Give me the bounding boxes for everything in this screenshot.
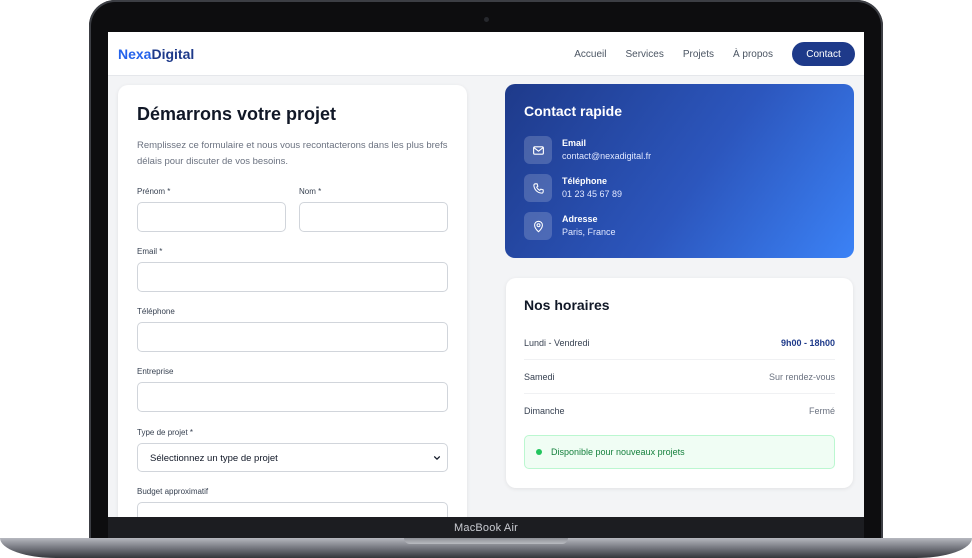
hours-time: 9h00 - 18h00 <box>780 337 835 348</box>
contact-address-value: Paris, France <box>562 227 616 237</box>
laptop-notch <box>404 538 568 544</box>
type-projet-select[interactable]: Sélectionnez un type de projet <box>137 443 448 472</box>
nom-label: Nom * <box>299 187 322 196</box>
entreprise-label: Entreprise <box>137 367 174 376</box>
hours-row: Dimanche Fermé <box>524 394 835 428</box>
contact-button[interactable]: Contact <box>792 42 855 66</box>
browser-screen: NexaDigital Accueil Services Projets À p… <box>108 32 864 517</box>
type-projet-label: Type de projet * <box>137 428 194 437</box>
email-label: Email * <box>137 247 163 256</box>
hours-day: Dimanche <box>524 406 565 416</box>
type-projet-selected-value: Sélectionnez un type de projet <box>150 453 278 464</box>
project-form-card: Démarrons votre projet Remplissez ce for… <box>118 85 467 517</box>
hours-row: Samedi Sur rendez-vous <box>524 360 835 394</box>
contact-email-label: Email <box>562 138 587 148</box>
brand-logo[interactable]: NexaDigital <box>118 46 194 62</box>
hours-day: Samedi <box>524 371 555 382</box>
mail-icon <box>524 136 552 164</box>
chevron-down-icon <box>433 456 441 460</box>
form-intro: Remplissez ce formulaire et nous vous re… <box>137 140 448 167</box>
logo-part-1: Nexa <box>118 46 152 62</box>
opening-hours-card: Nos horaires Lundi - Vendredi 9h00 - 18h… <box>506 278 853 488</box>
hours-time: Fermé <box>808 406 835 416</box>
contact-address-row: Adresse Paris, France <box>524 212 616 240</box>
device-label: MacBook Air <box>454 521 518 534</box>
nav-link-accueil[interactable]: Accueil <box>574 49 606 60</box>
nav-link-a-propos[interactable]: À propos <box>733 49 773 60</box>
prenom-input[interactable] <box>137 202 286 232</box>
email-field[interactable] <box>137 262 448 292</box>
budget-select[interactable] <box>137 502 448 517</box>
telephone-label: Téléphone <box>137 307 175 316</box>
contact-phone-label: Téléphone <box>562 176 608 186</box>
budget-label: Budget approximatif <box>137 487 209 496</box>
quick-contact-card: Contact rapide Email contact@nexadigital… <box>505 84 854 258</box>
nom-input[interactable] <box>299 202 448 232</box>
map-pin-icon <box>524 212 552 240</box>
form-title: Démarrons votre projet <box>137 104 337 124</box>
entreprise-field[interactable] <box>137 382 448 412</box>
hours-time: Sur rendez-vous <box>768 371 835 382</box>
hours-day: Lundi - Vendredi <box>524 337 590 348</box>
hours-row: Lundi - Vendredi 9h00 - 18h00 <box>524 326 835 360</box>
quick-contact-title: Contact rapide <box>524 103 623 119</box>
contact-address-label: Adresse <box>562 214 598 224</box>
contact-phone-value[interactable]: 01 23 45 67 89 <box>562 187 622 201</box>
nav-link-services[interactable]: Services <box>625 49 663 60</box>
hours-title: Nos horaires <box>524 297 610 313</box>
contact-email-row: Email contact@nexadigital.fr <box>524 136 651 164</box>
telephone-field[interactable] <box>137 322 448 352</box>
contact-phone-row: Téléphone 01 23 45 67 89 <box>524 174 622 202</box>
camera <box>484 17 489 22</box>
top-navigation: NexaDigital Accueil Services Projets À p… <box>108 32 864 76</box>
prenom-label: Prénom * <box>137 187 171 196</box>
laptop-bottom-bezel: MacBook Air <box>108 517 864 538</box>
phone-icon <box>524 174 552 202</box>
nav-links: Accueil Services Projets À propos Contac… <box>574 42 855 66</box>
status-dot-icon <box>536 449 542 455</box>
availability-text: Disponible pour nouveaux projets <box>551 447 685 457</box>
availability-badge: Disponible pour nouveaux projets <box>524 435 835 469</box>
contact-email-value[interactable]: contact@nexadigital.fr <box>562 149 651 163</box>
nav-link-projets[interactable]: Projets <box>683 49 714 60</box>
logo-part-2: Digital <box>151 46 195 62</box>
